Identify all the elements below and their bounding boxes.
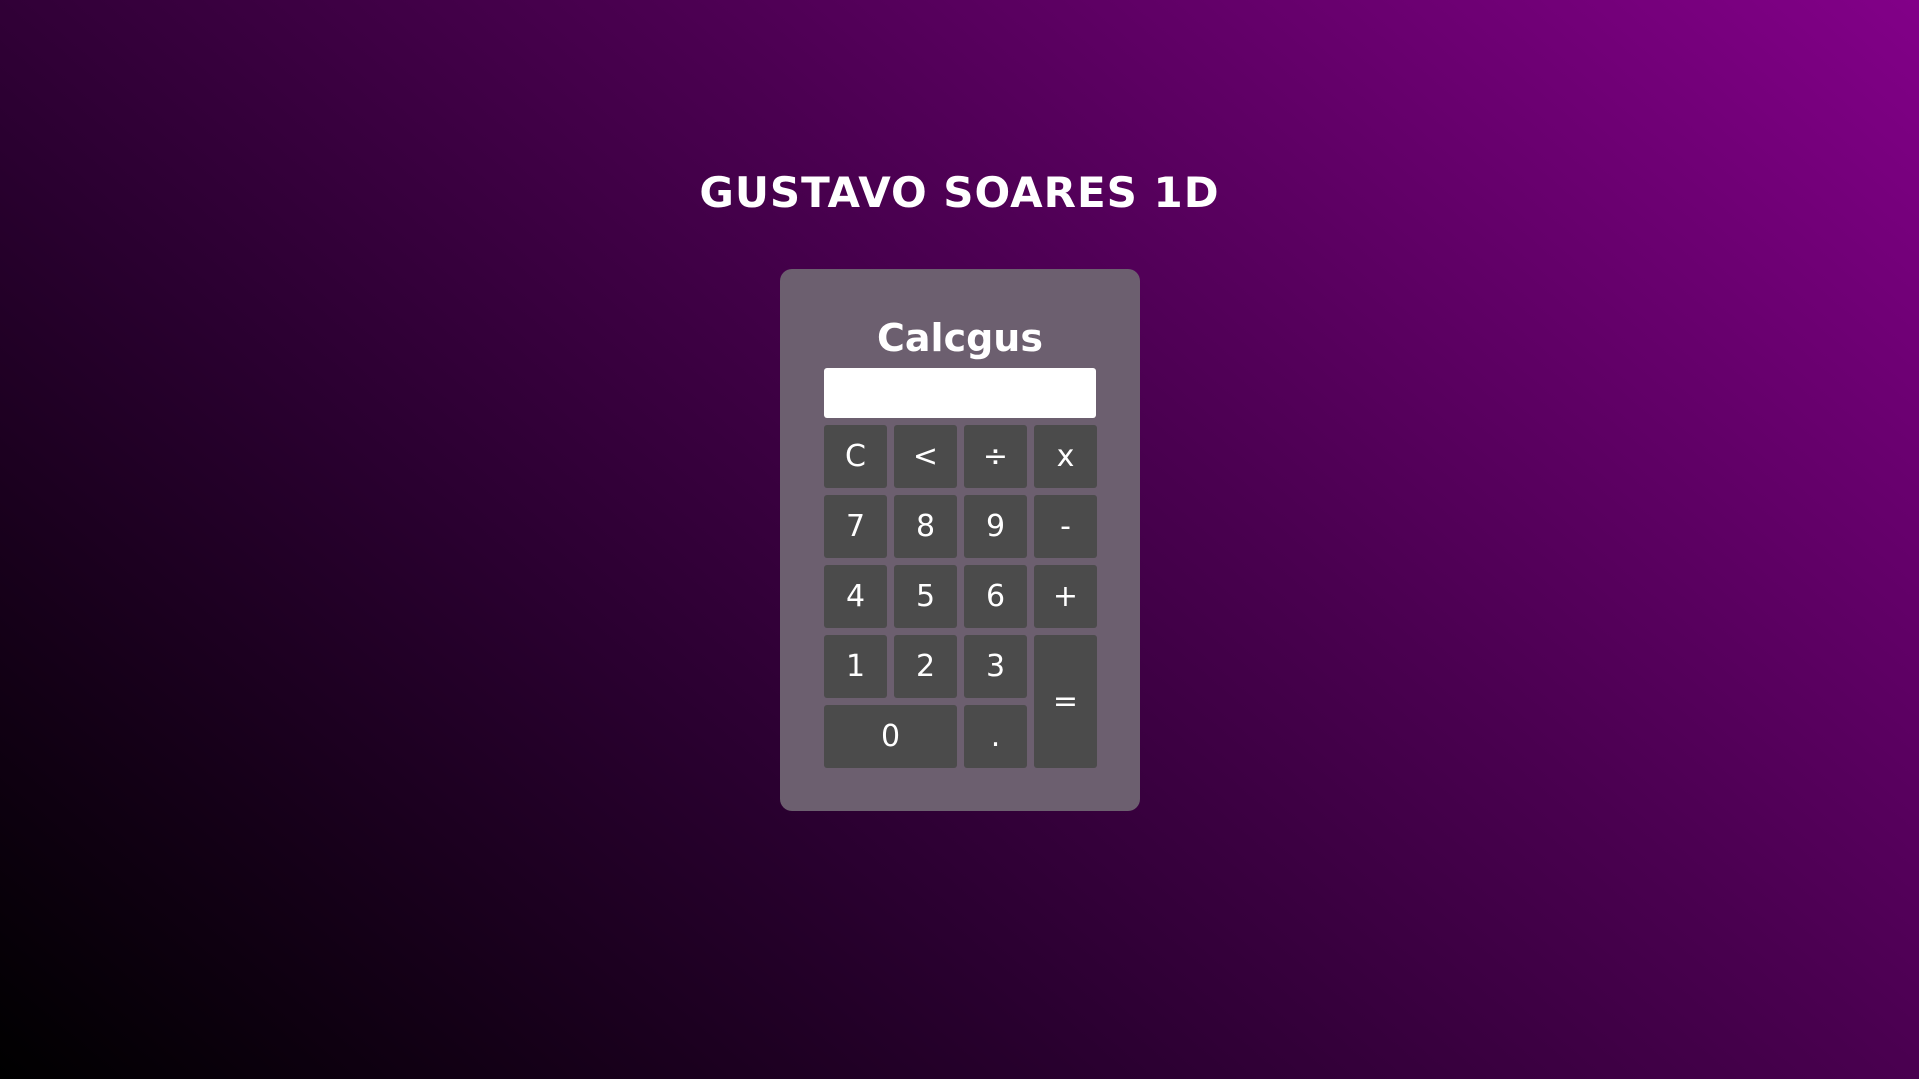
- digit-4-button[interactable]: 4: [824, 565, 887, 628]
- decimal-button[interactable]: .: [964, 705, 1027, 768]
- minus-button[interactable]: -: [1034, 495, 1097, 558]
- divide-button[interactable]: ÷: [964, 425, 1027, 488]
- digit-9-button[interactable]: 9: [964, 495, 1027, 558]
- calculator-title: Calcgus: [877, 316, 1043, 360]
- digit-2-button[interactable]: 2: [894, 635, 957, 698]
- clear-button[interactable]: C: [824, 425, 887, 488]
- multiply-button[interactable]: x: [1034, 425, 1097, 488]
- digit-6-button[interactable]: 6: [964, 565, 1027, 628]
- calculator-panel: Calcgus C < ÷ x 7 8 9 - 4 5 6 + 1 2 3 = …: [780, 269, 1140, 811]
- digit-3-button[interactable]: 3: [964, 635, 1027, 698]
- digit-5-button[interactable]: 5: [894, 565, 957, 628]
- equals-button[interactable]: =: [1034, 635, 1097, 768]
- calculator-display[interactable]: [824, 368, 1096, 418]
- digit-0-button[interactable]: 0: [824, 705, 957, 768]
- plus-button[interactable]: +: [1034, 565, 1097, 628]
- digit-1-button[interactable]: 1: [824, 635, 887, 698]
- digit-8-button[interactable]: 8: [894, 495, 957, 558]
- digit-7-button[interactable]: 7: [824, 495, 887, 558]
- page-title: GUSTAVO SOARES 1D: [699, 168, 1220, 218]
- keypad: C < ÷ x 7 8 9 - 4 5 6 + 1 2 3 = 0 .: [824, 425, 1097, 768]
- backspace-button[interactable]: <: [894, 425, 957, 488]
